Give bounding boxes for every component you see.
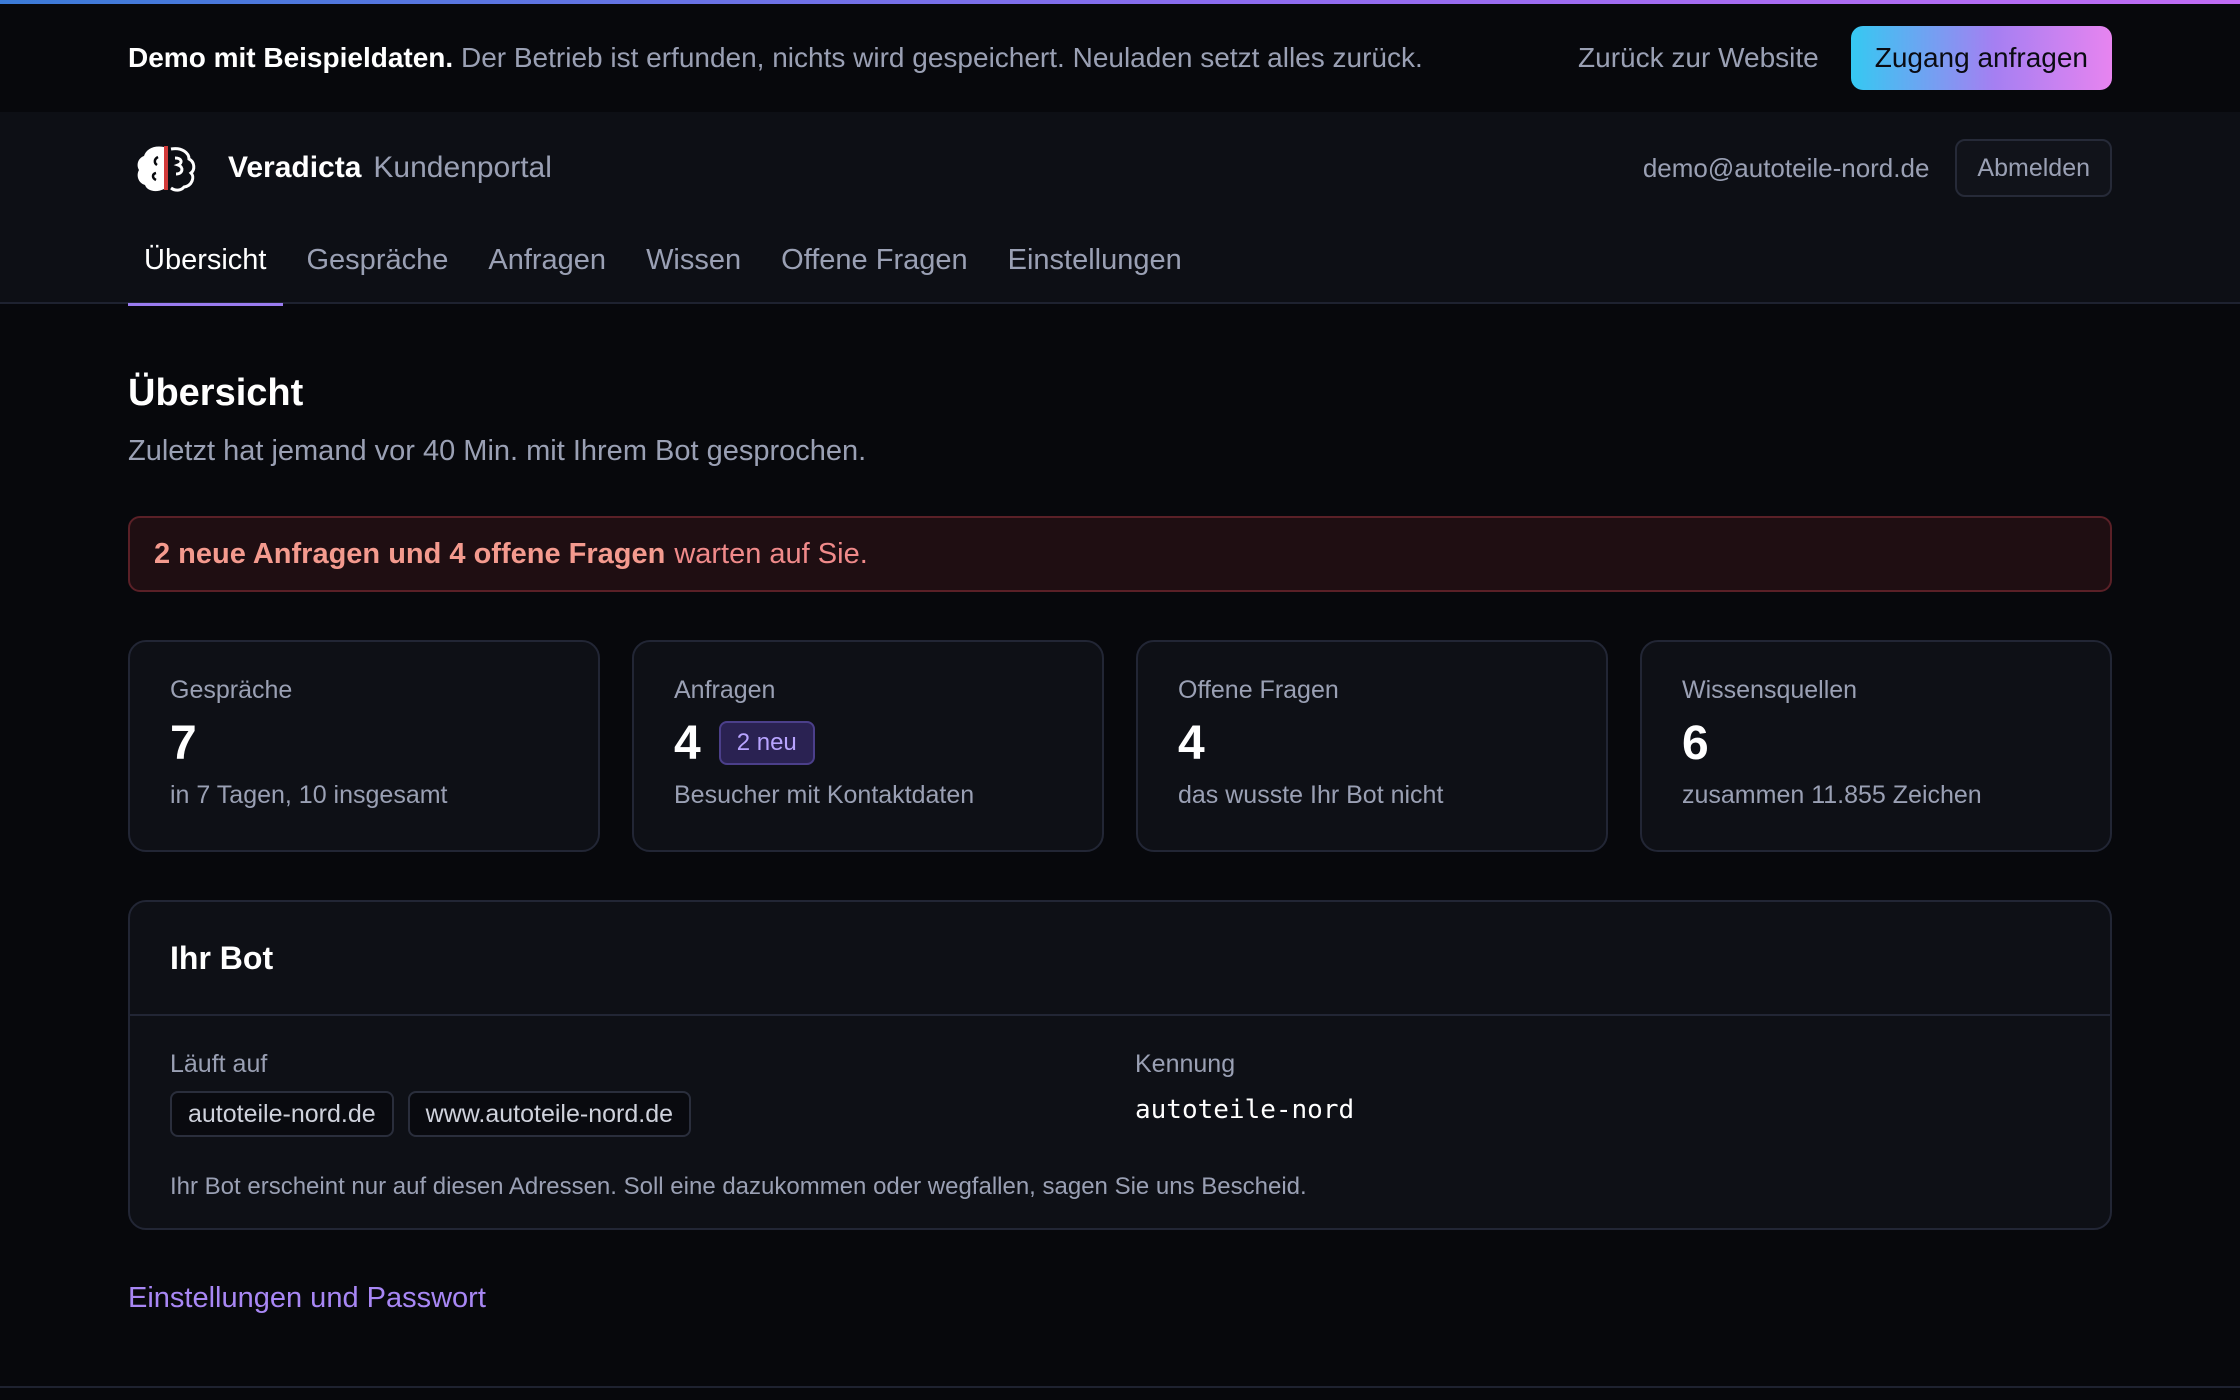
alert-highlight: 2 neue Anfragen und 4 offene Fragen <box>154 537 666 570</box>
footer-divider <box>0 1386 2240 1388</box>
bot-card: Ihr Bot Läuft auf autoteile-nord.de www.… <box>128 900 2112 1230</box>
stat-label: Gespräche <box>170 676 293 704</box>
domain-chips: autoteile-nord.de www.autoteile-nord.de <box>170 1091 1135 1137</box>
stat-value: 4 <box>1178 716 1205 770</box>
stat-label: Wissensquellen <box>1682 676 1858 704</box>
tab-wissen[interactable]: Wissen <box>630 222 757 304</box>
stat-card-gespraeche[interactable]: Gespräche 7 in 7 Tagen, 10 insgesamt <box>128 640 600 852</box>
stat-label: Anfragen <box>674 676 776 704</box>
bot-card-header: Ihr Bot <box>130 902 2110 1016</box>
tab-offene-fragen[interactable]: Offene Fragen <box>765 222 983 304</box>
demo-banner: Demo mit Beispieldaten. Der Betrieb ist … <box>0 4 2240 112</box>
back-to-website-link[interactable]: Zurück zur Website <box>1578 42 1819 74</box>
request-access-button[interactable]: Zugang anfragen <box>1850 26 2112 90</box>
stat-description: das wusste Ihr Bot nicht <box>1178 781 1444 809</box>
tab-anfragen[interactable]: Anfragen <box>472 222 622 304</box>
alert-banner: 2 neue Anfragen und 4 offene Fragen wart… <box>128 516 2112 592</box>
bot-card-columns: Läuft auf autoteile-nord.de www.autoteil… <box>170 1050 2070 1137</box>
stat-value-row: 4 <box>1178 715 1566 771</box>
demo-banner-message: Der Betrieb ist erfunden, nichts wird ge… <box>460 42 1423 73</box>
tab-einstellungen[interactable]: Einstellungen <box>992 222 1198 304</box>
bot-id-label: Kennung <box>1135 1050 1236 1078</box>
bot-id-value: autoteile-nord <box>1135 1095 1355 1125</box>
domain-chip: autoteile-nord.de <box>170 1091 394 1137</box>
stat-value: 4 <box>674 716 701 770</box>
stat-card-offene-fragen[interactable]: Offene Fragen 4 das wusste Ihr Bot nicht <box>1136 640 1608 852</box>
brand-name: Veradicta <box>228 151 362 184</box>
stat-label: Offene Fragen <box>1178 676 1339 704</box>
domain-chip: www.autoteile-nord.de <box>407 1091 692 1137</box>
bot-note: Ihr Bot erscheint nur auf diesen Adresse… <box>170 1173 1307 1200</box>
stat-value: 7 <box>170 716 197 770</box>
main-tabs: Übersicht Gespräche Anfragen Wissen Offe… <box>128 222 1206 306</box>
tab-gespraeche[interactable]: Gespräche <box>291 222 465 304</box>
stats-grid: Gespräche 7 in 7 Tagen, 10 insgesamt Anf… <box>128 640 2112 852</box>
page-subtitle: Zuletzt hat jemand vor 40 Min. mit Ihrem… <box>128 435 867 467</box>
demo-banner-actions: Zurück zur Website Zugang anfragen <box>1578 26 2112 90</box>
user-area: demo@autoteile-nord.de Abmelden <box>1643 139 2112 197</box>
stat-value-row: 4 2 neu <box>674 715 1062 771</box>
stat-card-anfragen[interactable]: Anfragen 4 2 neu Besucher mit Kontaktdat… <box>632 640 1104 852</box>
stat-card-wissensquellen[interactable]: Wissensquellen 6 zusammen 11.855 Zeichen <box>1640 640 2112 852</box>
logout-button[interactable]: Abmelden <box>1955 139 2112 197</box>
bot-id-section: Kennung autoteile-nord <box>1135 1050 1354 1137</box>
brain-logo-icon[interactable] <box>134 141 198 195</box>
runs-on-label: Läuft auf <box>170 1050 268 1078</box>
demo-banner-bold: Demo mit Beispieldaten. <box>128 42 454 73</box>
new-count-badge: 2 neu <box>718 721 815 765</box>
stat-value-row: 6 <box>1682 715 2070 771</box>
stat-description: zusammen 11.855 Zeichen <box>1682 781 1982 809</box>
stat-value-row: 7 <box>170 715 558 771</box>
bot-card-title: Ihr Bot <box>170 939 274 976</box>
page-title: Übersicht <box>128 372 304 414</box>
alert-text: warten auf Sie. <box>674 537 868 570</box>
settings-password-link[interactable]: Einstellungen und Passwort <box>128 1282 486 1315</box>
brand-subtitle: Kundenportal <box>373 151 552 184</box>
bot-card-body: Läuft auf autoteile-nord.de www.autoteil… <box>130 1016 2110 1201</box>
demo-banner-text: Demo mit Beispieldaten. Der Betrieb ist … <box>128 42 1423 74</box>
app-header: Veradicta Kundenportal demo@autoteile-no… <box>0 112 2240 306</box>
stat-description: in 7 Tagen, 10 insgesamt <box>170 781 448 809</box>
tab-uebersicht[interactable]: Übersicht <box>128 222 283 306</box>
user-email: demo@autoteile-nord.de <box>1642 152 1930 183</box>
main-content: Übersicht Zuletzt hat jemand vor 40 Min.… <box>128 304 2112 1315</box>
brand-row: Veradicta Kundenportal demo@autoteile-no… <box>128 138 2112 198</box>
stat-value: 6 <box>1682 716 1709 770</box>
stat-description: Besucher mit Kontaktdaten <box>674 781 975 809</box>
runs-on-section: Läuft auf autoteile-nord.de www.autoteil… <box>170 1050 1135 1137</box>
